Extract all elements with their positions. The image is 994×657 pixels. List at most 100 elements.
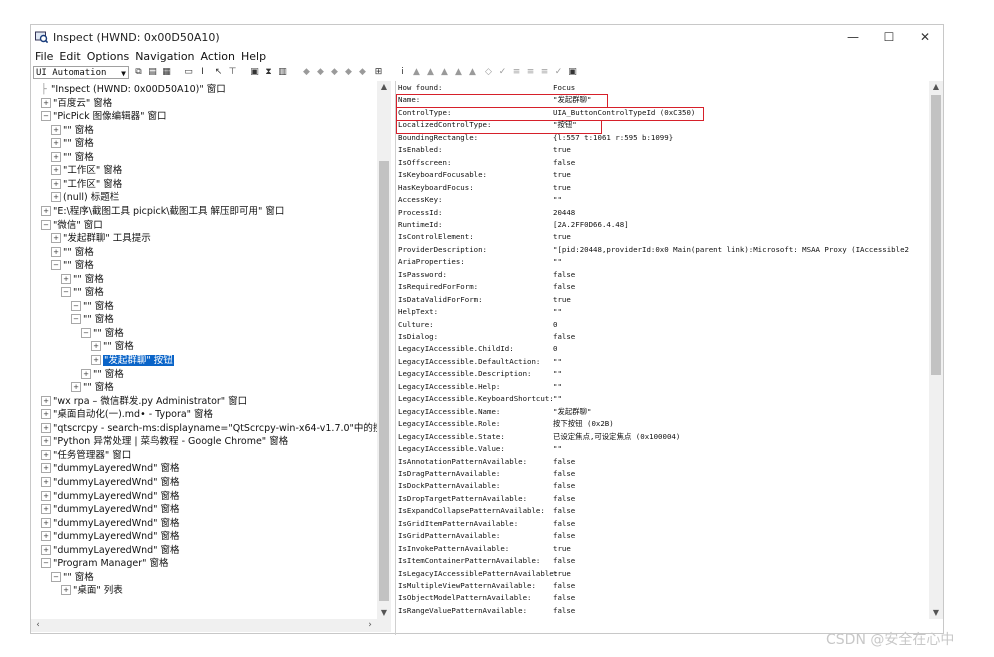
scroll-down-icon[interactable]: ▼ (929, 607, 943, 619)
expand-icon[interactable]: + (51, 192, 61, 203)
collapse-icon[interactable]: − (41, 219, 51, 230)
property-row[interactable]: IsDialog: false (398, 331, 575, 343)
tree-item[interactable]: − "微信" 窗口 (41, 219, 103, 232)
tree-item[interactable]: + "dummyLayeredWnd" 窗格 (41, 530, 180, 543)
pattern-icon-12[interactable]: ▣ (567, 67, 578, 78)
property-row[interactable]: IsOffscreen: false (398, 157, 575, 169)
pattern-icon-9[interactable]: ≡ (525, 67, 536, 78)
tree-item[interactable]: + "桌面" 列表 (61, 584, 123, 597)
property-row[interactable]: IsDropTargetPatternAvailable: false (398, 493, 575, 505)
collapse-icon[interactable]: − (51, 260, 61, 271)
expand-icon[interactable]: + (51, 151, 61, 162)
property-row[interactable]: IsKeyboardFocusable: true (398, 169, 571, 181)
screenshot-icon[interactable]: ▦ (161, 67, 172, 78)
property-row[interactable]: Culture: 0 (398, 319, 557, 331)
property-row[interactable]: AccessKey: "" (398, 194, 562, 206)
property-row[interactable]: LegacyIAccessible.Name: "发起群聊" (398, 406, 591, 418)
expand-icon[interactable]: + (41, 531, 51, 542)
watch-focus-icon[interactable]: ▭ (183, 67, 194, 78)
refresh-icon[interactable]: ▥ (277, 67, 288, 78)
tree-horizontal-scrollbar[interactable]: ‹ › (31, 619, 391, 632)
expand-icon[interactable]: + (41, 517, 51, 528)
tree-item[interactable]: ├ "Inspect (HWND: 0x00D50A10)" 窗口 (41, 83, 226, 96)
expand-icon[interactable]: + (41, 422, 51, 433)
collapse-icon[interactable]: − (71, 300, 81, 311)
nav-first-child-icon[interactable]: ◆ (315, 67, 326, 78)
collapse-icon[interactable]: − (71, 314, 81, 325)
property-row[interactable]: IsEnabled: true (398, 144, 571, 156)
tree-item[interactable]: + "dummyLayeredWnd" 窗格 (41, 462, 180, 475)
property-row[interactable]: How found: Focus (398, 82, 575, 94)
expand-icon[interactable]: + (61, 273, 71, 284)
expand-icon[interactable]: + (41, 490, 51, 501)
tree-item[interactable]: − "" 窗格 (71, 300, 114, 313)
tree-item[interactable]: − "" 窗格 (81, 327, 124, 340)
property-row[interactable]: IsRequiredForForm: false (398, 281, 575, 293)
tree-vertical-scrollbar[interactable]: ▲ ▼ (377, 81, 391, 619)
property-row[interactable]: ProviderDescription: "[pid:20448,provider… (398, 244, 909, 256)
expand-icon[interactable]: + (41, 476, 51, 487)
property-row[interactable]: IsMultipleViewPatternAvailable: false (398, 580, 575, 592)
expand-icon[interactable]: + (61, 585, 71, 596)
tree-item[interactable]: + "" 窗格 (81, 368, 124, 381)
property-row[interactable]: BoundingRectangle: {l:557 t:1061 r:595 b:… (398, 132, 673, 144)
expand-icon[interactable]: + (81, 368, 91, 379)
tooltip-icon[interactable]: ⊤ (227, 67, 238, 78)
collapse-icon[interactable]: − (41, 111, 51, 122)
tree-item[interactable]: + "" 窗格 (71, 381, 114, 394)
collapse-icon[interactable]: − (41, 558, 51, 569)
expand-icon[interactable]: + (41, 436, 51, 447)
tree-item[interactable]: − "" 窗格 (51, 259, 94, 272)
tree-item[interactable]: + "" 窗格 (51, 246, 94, 259)
menu-options[interactable]: Options (84, 49, 132, 65)
pattern-icon-1[interactable]: ▲ (411, 67, 422, 78)
tree-item-selected[interactable]: + "发起群聊" 按钮 (91, 354, 174, 367)
property-row[interactable]: LegacyIAccessible.DefaultAction: "" (398, 356, 562, 368)
scroll-down-icon[interactable]: ▼ (377, 607, 391, 619)
property-row[interactable]: LegacyIAccessible.State: 已设定焦点,可设定焦点 (0x1… (398, 431, 680, 443)
tree-item[interactable]: − "" 窗格 (61, 286, 104, 299)
property-row[interactable]: ControlType: UIA_ButtonControlTypeId (0xC… (398, 107, 695, 119)
property-row[interactable]: IsObjectModelPatternAvailable: false (398, 592, 575, 604)
menu-help[interactable]: Help (238, 49, 269, 65)
pattern-icon-8[interactable]: ≡ (511, 67, 522, 78)
expand-icon[interactable]: + (41, 544, 51, 555)
property-row[interactable]: IsDataValidForForm: true (398, 294, 571, 306)
nav-parent-icon[interactable]: ◆ (301, 67, 312, 78)
collapse-icon[interactable]: − (81, 327, 91, 338)
expand-icon[interactable]: + (41, 504, 51, 515)
menu-navigation[interactable]: Navigation (132, 49, 197, 65)
tree-item[interactable]: − "PicPick 图像编辑器" 窗口 (41, 110, 167, 123)
tree-item[interactable]: + "dummyLayeredWnd" 窗格 (41, 476, 180, 489)
tree-item[interactable]: + "" 窗格 (51, 137, 94, 150)
menu-file[interactable]: File (31, 49, 56, 65)
collapse-icon[interactable]: − (51, 571, 61, 582)
tree-icon[interactable]: ⊞ (373, 67, 384, 78)
pattern-icon-6[interactable]: ◇ (483, 67, 494, 78)
hourglass-icon[interactable]: ⧗ (263, 67, 274, 78)
property-row[interactable]: LegacyIAccessible.Description: "" (398, 368, 562, 380)
tree-item[interactable]: + "" 窗格 (51, 151, 94, 164)
scroll-up-icon[interactable]: ▲ (377, 81, 391, 93)
property-row[interactable]: HelpText: "" (398, 306, 562, 318)
property-row[interactable]: IsLegacyIAccessiblePatternAvailable: tru… (398, 568, 571, 580)
expand-icon[interactable]: + (41, 409, 51, 420)
expand-icon[interactable]: + (41, 205, 51, 216)
mode-combo[interactable]: UI Automation ▼ (33, 66, 129, 79)
property-row[interactable]: IsGridPatternAvailable: false (398, 530, 575, 542)
tree-item[interactable]: + "任务管理器" 窗口 (41, 449, 131, 462)
expand-icon[interactable]: + (51, 246, 61, 257)
tree-item[interactable]: + "dummyLayeredWnd" 窗格 (41, 503, 180, 516)
property-row[interactable]: IsControlElement: true (398, 231, 571, 243)
pattern-icon-7[interactable]: ✓ (497, 67, 508, 78)
tree-item[interactable]: + "百度云" 窗格 (41, 97, 112, 110)
property-row[interactable]: LegacyIAccessible.KeyboardShortcut: "" (398, 393, 562, 405)
property-row[interactable]: IsInvokePatternAvailable: true (398, 543, 571, 555)
property-row[interactable]: IsDragPatternAvailable: false (398, 468, 575, 480)
property-row[interactable]: Name: "发起群聊" (398, 94, 591, 106)
expand-icon[interactable]: + (51, 124, 61, 135)
tree-item[interactable]: + "wx rpa – 微信群发.py Administrator" 窗口 (41, 395, 247, 408)
tree-item[interactable]: + "" 窗格 (51, 124, 94, 137)
tree-item[interactable]: + "E:\程序\截图工具 picpick\截图工具 解压即可用" 窗口 (41, 205, 284, 218)
property-row[interactable]: AriaProperties: "" (398, 256, 562, 268)
